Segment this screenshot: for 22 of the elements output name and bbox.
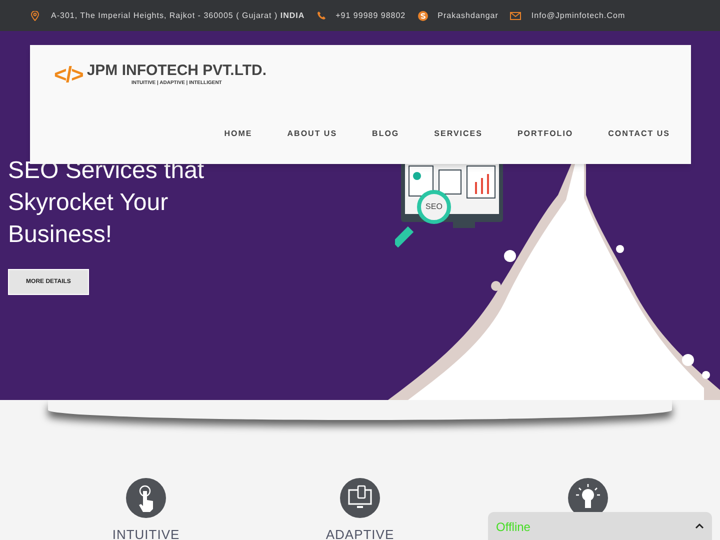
- nav-link[interactable]: HOME: [224, 128, 252, 140]
- company-name: JPM INFOTECH PVT.LTD.: [86, 63, 267, 78]
- nav-link[interactable]: BLOG: [372, 128, 400, 140]
- feature-title: INTUITIVE: [112, 526, 180, 540]
- skype-username[interactable]: Prakashdangar: [438, 10, 498, 22]
- logo-mark: </>: [54, 64, 83, 86]
- email-link[interactable]: Info@Jpminfotech.Com: [531, 10, 626, 22]
- feature-title: ADAPTIVE: [326, 526, 394, 540]
- nav-link[interactable]: SERVICES: [434, 128, 482, 140]
- nav-link[interactable]: PORTFOLIO: [517, 128, 574, 140]
- address-text: A-301, The Imperial Heights, Rajkot - 360005 ( Gujarat ) INDIA: [51, 10, 305, 22]
- touch-hand-icon: [126, 478, 166, 518]
- nav-link[interactable]: CONTACT US: [608, 128, 670, 140]
- skype-icon: [418, 10, 428, 20]
- envelope-icon: [510, 12, 522, 20]
- phone-icon: [316, 11, 326, 20]
- monitor-phone-icon: [340, 478, 380, 518]
- chat-status: Offline: [496, 519, 530, 536]
- location-pin-icon: [31, 10, 39, 20]
- chevron-up-icon[interactable]: [695, 523, 704, 529]
- phone-number[interactable]: +91 99989 98802: [336, 10, 406, 22]
- nav-link[interactable]: ABOUT US: [287, 128, 338, 140]
